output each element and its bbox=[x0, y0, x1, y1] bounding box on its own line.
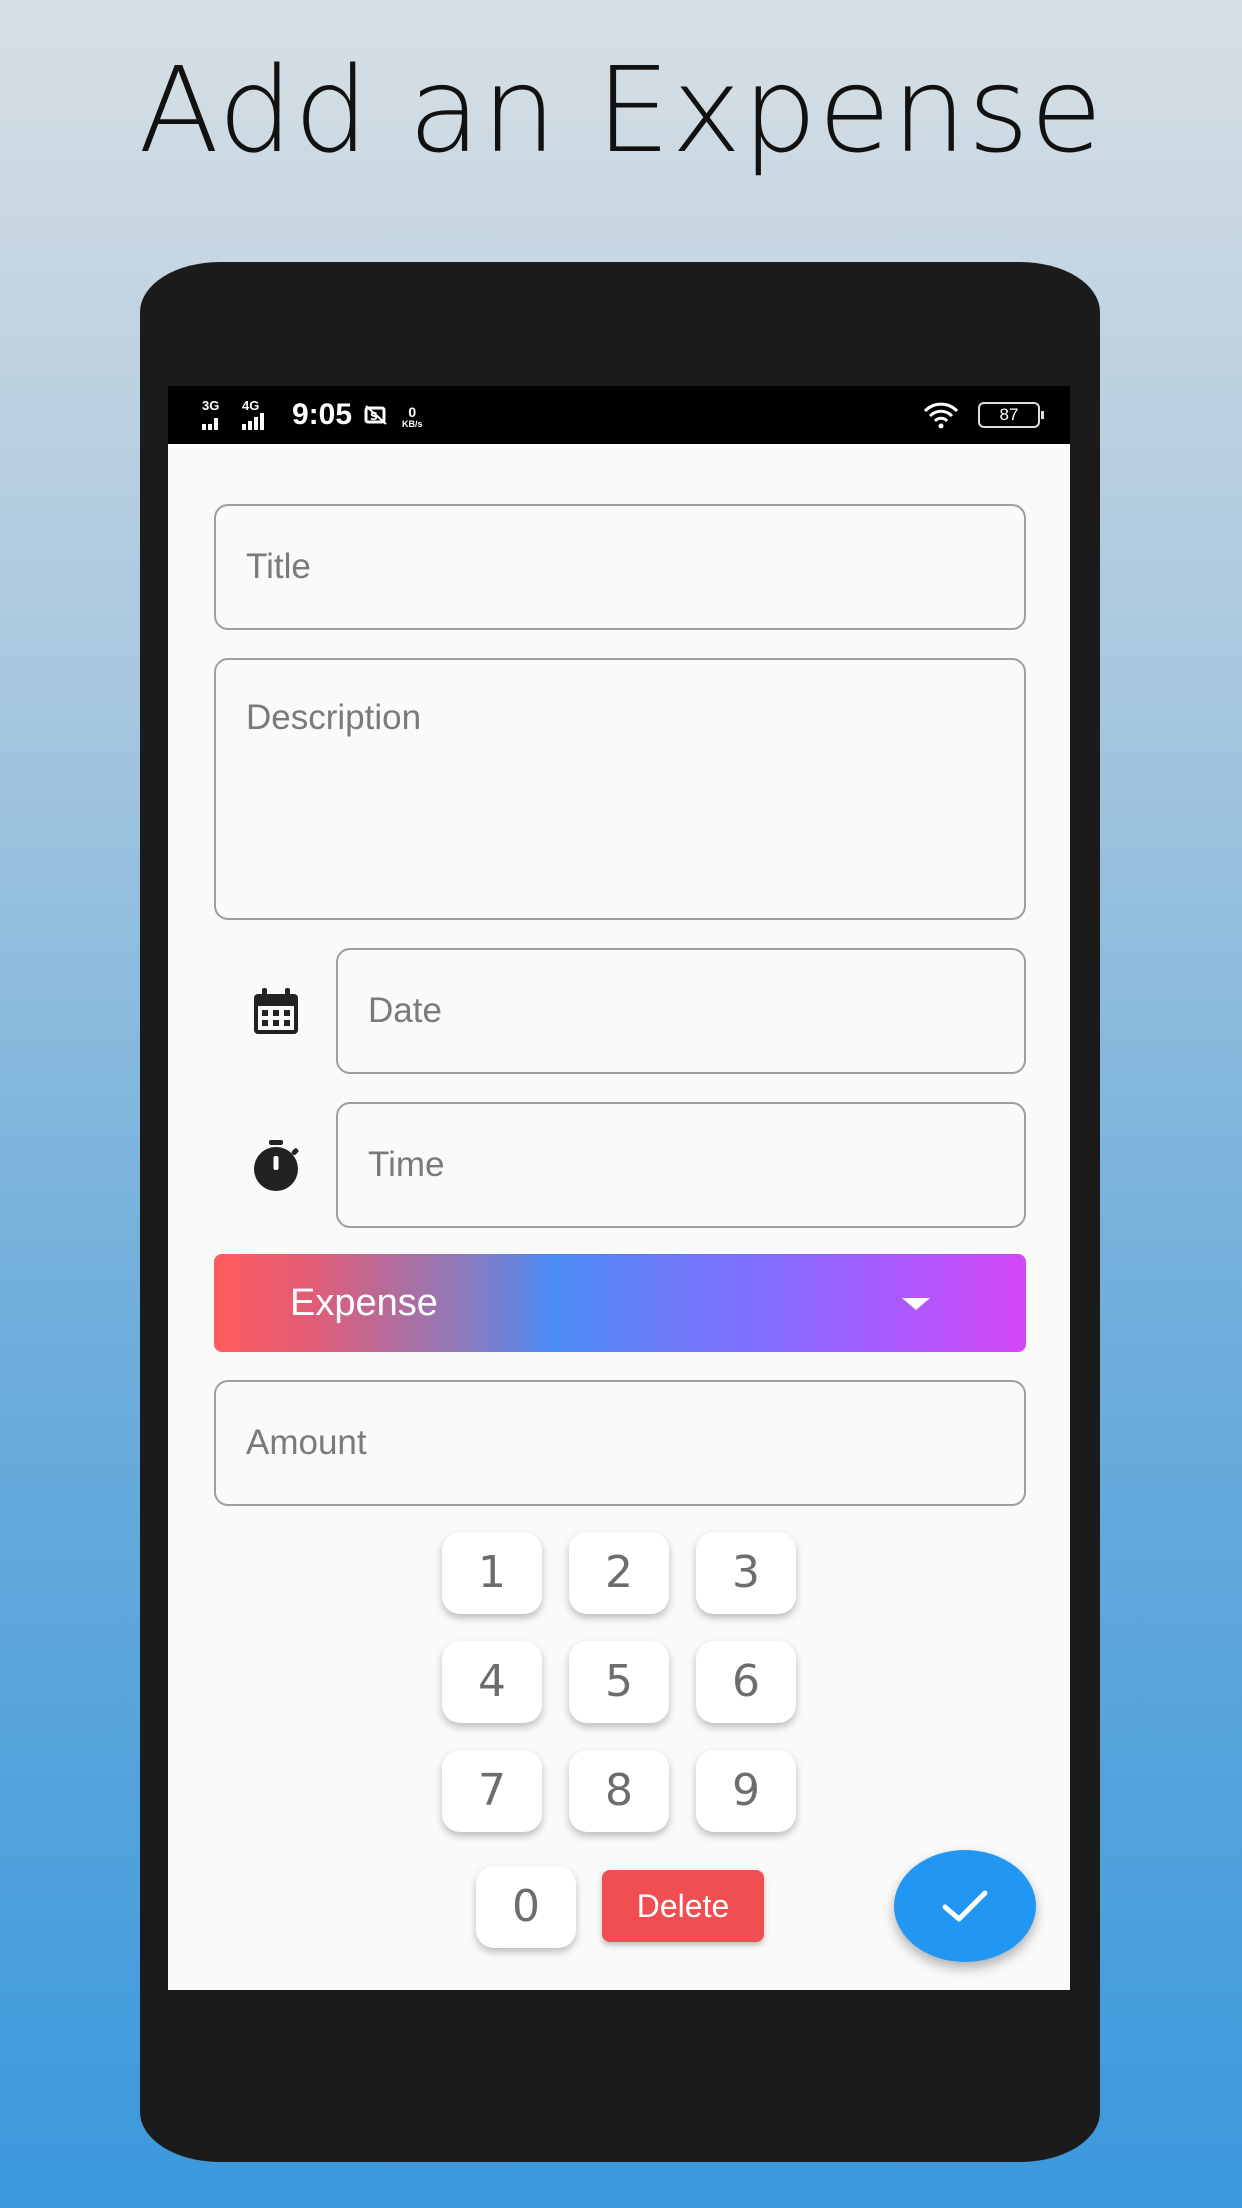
status-time: 9:05 bbox=[292, 398, 353, 431]
app-screen: 3G 4G 9:05 S 0 KB/s 87 Title Description… bbox=[168, 386, 1070, 1990]
stopwatch-icon[interactable] bbox=[248, 1138, 304, 1194]
keypad-key-2[interactable]: 2 bbox=[569, 1532, 669, 1614]
amount-placeholder: Amount bbox=[246, 1423, 367, 1462]
submit-button[interactable] bbox=[894, 1850, 1036, 1962]
time-input[interactable]: Time bbox=[336, 1102, 1026, 1228]
time-placeholder: Time bbox=[368, 1145, 445, 1184]
page-headline: Add an Expense bbox=[138, 41, 1104, 179]
network-speed: 0 KB/s bbox=[402, 404, 423, 429]
title-input[interactable]: Title bbox=[214, 504, 1026, 630]
keypad-key-9[interactable]: 9 bbox=[696, 1750, 796, 1832]
keypad-key-3[interactable]: 3 bbox=[696, 1532, 796, 1614]
signal-4g-icon: 4G bbox=[242, 398, 280, 430]
check-icon bbox=[942, 1890, 988, 1922]
keypad-key-8[interactable]: 8 bbox=[569, 1750, 669, 1832]
wifi-icon bbox=[923, 402, 959, 429]
date-input[interactable]: Date bbox=[336, 948, 1026, 1074]
caret-down-icon bbox=[902, 1298, 930, 1310]
calendar-icon[interactable] bbox=[248, 984, 304, 1040]
status-bar-right: 87 bbox=[922, 386, 1044, 444]
keypad-key-5[interactable]: 5 bbox=[569, 1641, 669, 1723]
amount-input[interactable]: Amount bbox=[214, 1380, 1026, 1506]
description-input[interactable]: Description bbox=[214, 658, 1026, 920]
description-placeholder: Description bbox=[246, 698, 422, 737]
screenshot-notification-icon: S bbox=[364, 405, 387, 425]
type-dropdown-value: Expense bbox=[290, 1282, 438, 1324]
status-bar-left: 3G 4G 9:05 S 0 KB/s bbox=[202, 386, 423, 444]
keypad-key-4[interactable]: 4 bbox=[442, 1641, 542, 1723]
date-placeholder: Date bbox=[368, 991, 442, 1030]
signal-3g-icon: 3G bbox=[202, 398, 230, 430]
keypad-key-7[interactable]: 7 bbox=[442, 1750, 542, 1832]
delete-button[interactable]: Delete bbox=[602, 1870, 764, 1942]
battery-indicator: 87 bbox=[978, 402, 1044, 428]
title-placeholder: Title bbox=[246, 547, 311, 586]
status-bar: 3G 4G 9:05 S 0 KB/s 87 bbox=[168, 386, 1070, 444]
keypad-key-6[interactable]: 6 bbox=[696, 1641, 796, 1723]
keypad-key-0[interactable]: 0 bbox=[476, 1866, 576, 1948]
type-dropdown[interactable]: Expense bbox=[214, 1254, 1026, 1352]
keypad-key-1[interactable]: 1 bbox=[442, 1532, 542, 1614]
